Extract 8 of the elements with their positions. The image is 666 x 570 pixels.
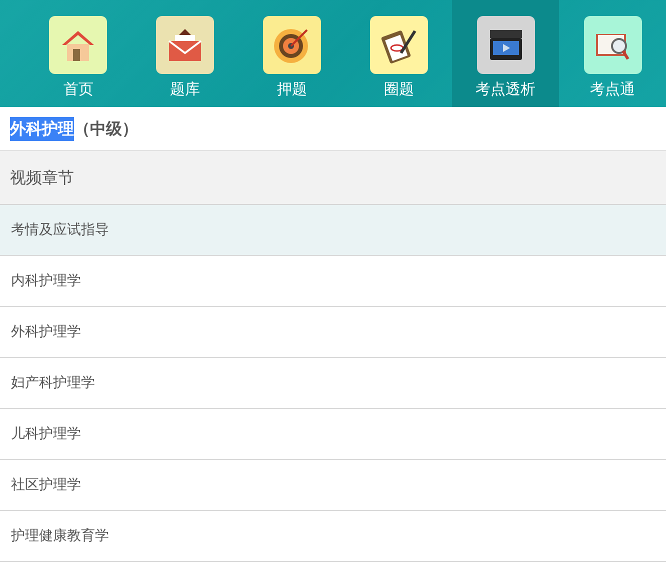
section-title: 视频章节 xyxy=(10,166,74,188)
chapter-item[interactable]: 考情及应试指导 xyxy=(0,205,666,256)
course-level: （中级） xyxy=(74,118,138,140)
nav-tab[interactable]: 圈题 xyxy=(345,0,452,107)
nav-tab[interactable]: 考点透析 xyxy=(452,0,560,107)
nav-tab[interactable]: 押题 xyxy=(238,0,346,107)
nav-tab[interactable]: 题库 xyxy=(132,0,239,107)
course-title: 外科护理 xyxy=(10,116,74,140)
